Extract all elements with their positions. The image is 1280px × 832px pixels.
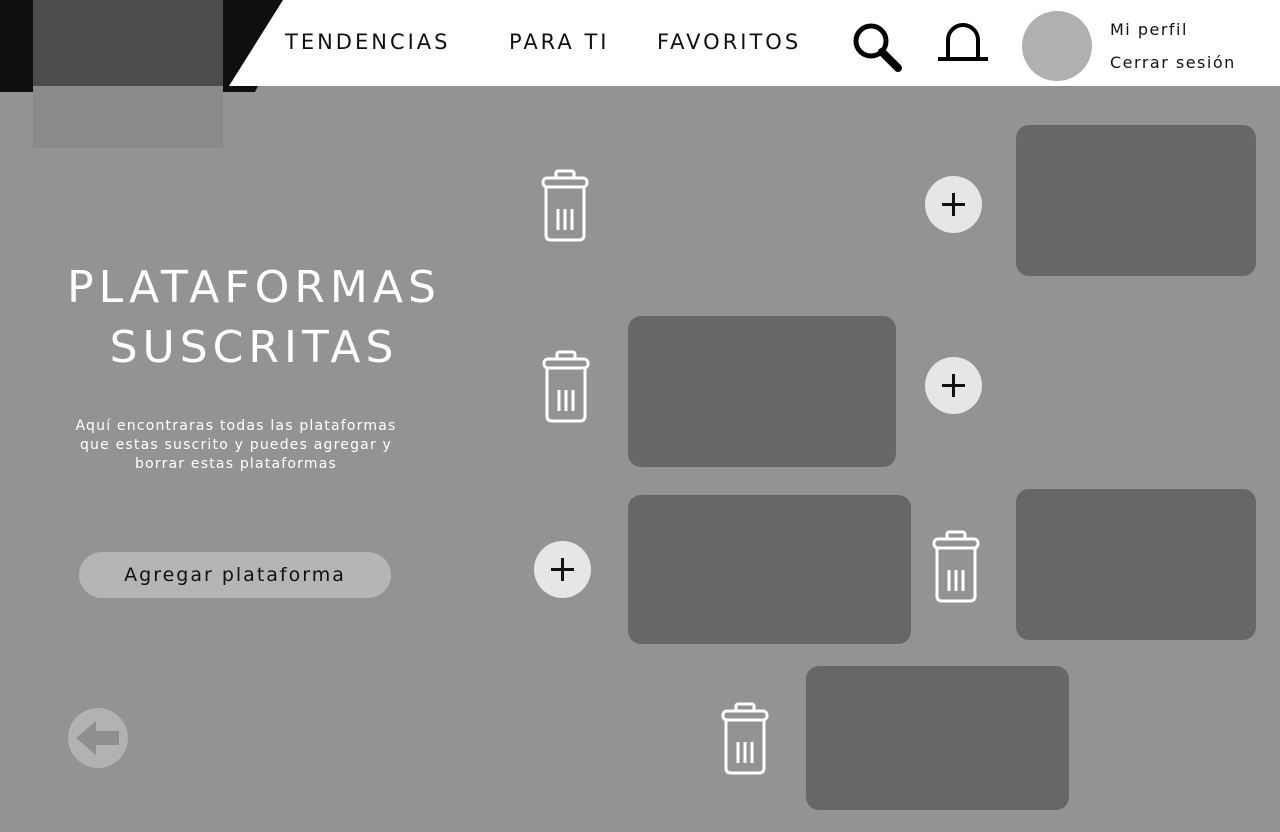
plus-icon[interactable] [925, 357, 982, 414]
platform-card[interactable] [628, 316, 896, 467]
page-description: Aquí encontraras todas las plataformas q… [75, 418, 397, 472]
trash-icon[interactable] [540, 169, 590, 243]
page-title-line-2: SUSCRITAS [109, 322, 399, 373]
page-title-line-1: PLATAFORMAS [67, 262, 441, 313]
bell-icon[interactable] [936, 20, 990, 64]
platform-card[interactable] [806, 666, 1069, 810]
plus-icon[interactable] [534, 541, 591, 598]
nav-tendencias[interactable]: TENDENCIAS [285, 30, 451, 54]
trash-icon[interactable] [720, 702, 770, 776]
platform-card[interactable] [1016, 125, 1256, 276]
trash-icon[interactable] [931, 530, 981, 604]
plus-icon[interactable] [925, 176, 982, 233]
back-arrow-icon[interactable] [67, 707, 129, 769]
trash-icon[interactable] [541, 350, 591, 424]
nav-favoritos[interactable]: FAVORITOS [657, 30, 801, 54]
logout-link[interactable]: Cerrar sesión [1110, 53, 1236, 72]
avatar[interactable] [1022, 11, 1092, 81]
search-icon[interactable] [850, 20, 904, 74]
page-title: PLATAFORMAS SUSCRITAS [14, 258, 494, 378]
add-platform-button[interactable]: Agregar plataforma [79, 552, 391, 598]
my-profile-link[interactable]: Mi perfil [1110, 20, 1188, 39]
logo-placeholder-bottom [33, 86, 223, 148]
nav-para-ti[interactable]: PARA TI [509, 30, 610, 54]
platform-card[interactable] [628, 495, 911, 644]
platform-card[interactable] [1016, 489, 1256, 640]
logo-placeholder[interactable] [33, 0, 223, 86]
